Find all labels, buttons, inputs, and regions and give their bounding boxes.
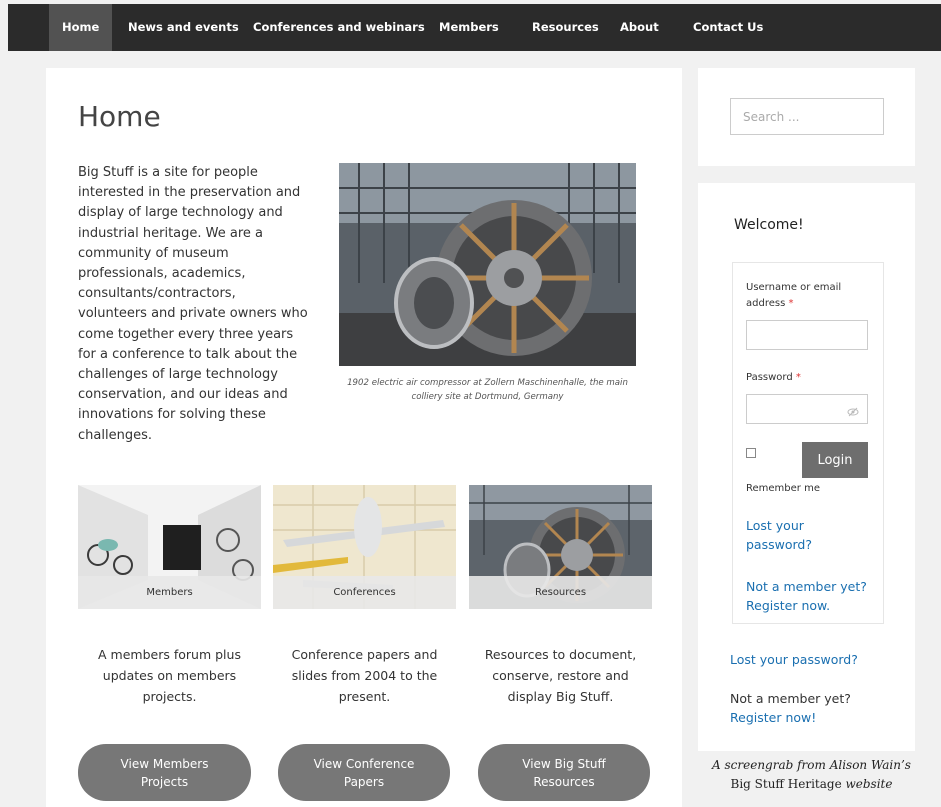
remember-me-checkbox[interactable] (746, 448, 756, 458)
required-mark: * (788, 298, 794, 309)
caption-suffix: website (845, 777, 893, 791)
sidebar-register-link[interactable]: Register now! (730, 708, 816, 727)
resources-tile-label: Resources (469, 576, 652, 609)
username-label: Username or email address * (746, 282, 842, 309)
sidebar-not-member-text: Not a member yet? (730, 691, 851, 706)
login-form: Username or email address * Password * L… (732, 262, 884, 624)
not-member-link[interactable]: Not a member yet? (746, 577, 881, 596)
members-tile-label: Members (78, 576, 261, 609)
caption-line-1: A screengrab from Alison Wain’s (712, 758, 911, 772)
resources-tile[interactable]: Resources (469, 485, 652, 609)
caption-line-2: Big Stuff Heritage website (682, 775, 941, 794)
nav-members[interactable]: Members (439, 4, 499, 51)
register-block: Not a member yet? Register now. (746, 577, 881, 615)
remember-me-label: Remember me (746, 483, 820, 494)
nav-resources[interactable]: Resources (532, 4, 599, 51)
intro-text: Big Stuff is a site for people intereste… (78, 165, 308, 443)
login-button[interactable]: Login (802, 442, 868, 478)
nav-contact-us[interactable]: Contact Us (693, 4, 763, 51)
conferences-tile[interactable]: Conferences (273, 485, 456, 609)
login-widget: Welcome! Username or email address * Pas… (698, 183, 915, 751)
members-description: A members forum plus updates on members … (98, 647, 241, 704)
page-title: Home (78, 100, 161, 133)
lost-password-link[interactable]: Lost your password? (746, 516, 836, 554)
view-big-stuff-resources-button[interactable]: View Big Stuff Resources (478, 744, 650, 801)
main-content: Home Big Stuff is a site for people inte… (46, 68, 682, 807)
conferences-tile-label: Conferences (273, 576, 456, 609)
nav-about[interactable]: About (620, 4, 659, 51)
top-navigation: Home News and events Conferences and web… (8, 4, 941, 51)
caption-site-name: Big Stuff Heritage (730, 777, 842, 791)
welcome-heading: Welcome! (734, 217, 804, 233)
view-members-projects-button[interactable]: View Members Projects (78, 744, 251, 801)
nav-conferences-and-webinars[interactable]: Conferences and webinars (253, 4, 425, 51)
view-members-projects-label: View Members Projects (120, 756, 209, 789)
nav-home[interactable]: Home (49, 4, 113, 51)
eye-slash-icon[interactable] (847, 403, 859, 422)
view-conference-papers-button[interactable]: View Conference Papers (278, 744, 450, 801)
register-link[interactable]: Register now. (746, 596, 881, 615)
sidebar-lost-password-link[interactable]: Lost your password? (730, 650, 858, 669)
resources-description: Resources to document, conserve, restore… (484, 647, 637, 704)
members-tile[interactable]: Members (78, 485, 261, 609)
username-field[interactable] (746, 320, 868, 350)
hero-image-air-compressor (339, 163, 636, 366)
nav-news-and-events[interactable]: News and events (128, 4, 239, 51)
password-label: Password * (746, 372, 801, 383)
search-input[interactable] (730, 98, 884, 135)
hero-caption: 1902 electric air compressor at Zollern … (347, 378, 628, 402)
password-field[interactable] (746, 394, 868, 424)
view-conference-papers-label: View Conference Papers (313, 756, 415, 789)
screengrab-caption: A screengrab from Alison Wain’s Big Stuf… (682, 756, 941, 794)
view-big-stuff-resources-label: View Big Stuff Resources (522, 756, 606, 789)
conferences-description: Conference papers and slides from 2004 t… (291, 647, 438, 704)
search-widget (698, 68, 915, 166)
required-mark: * (795, 372, 801, 383)
